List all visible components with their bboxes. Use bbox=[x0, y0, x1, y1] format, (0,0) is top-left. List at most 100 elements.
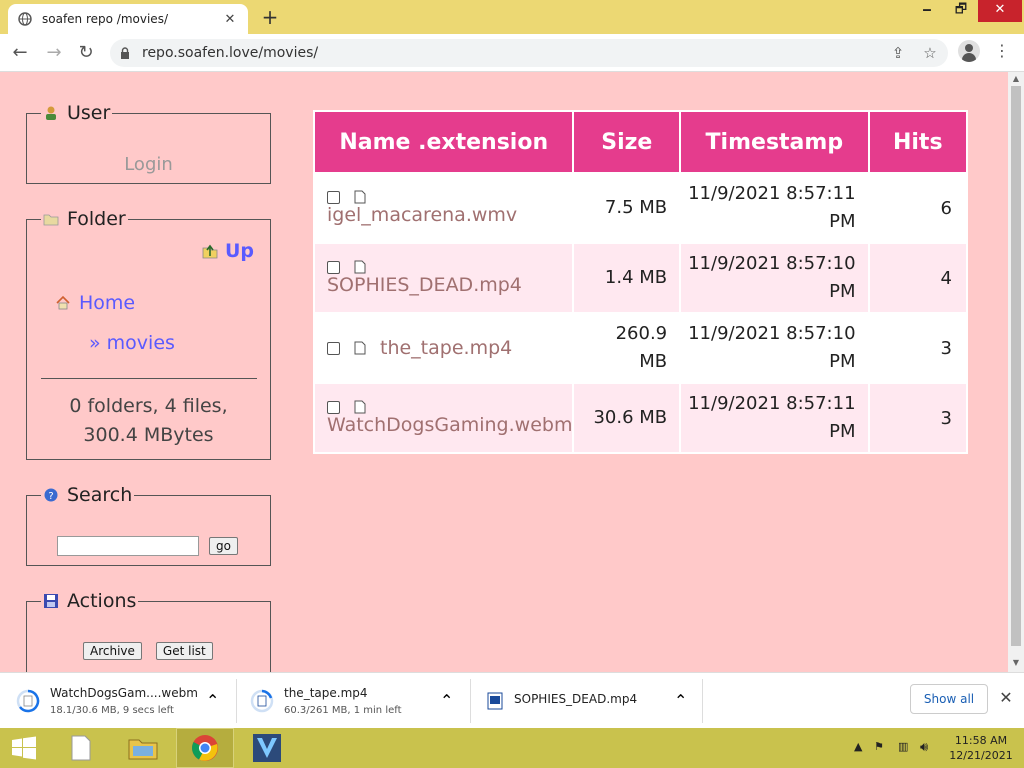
taskbar-file-icon[interactable] bbox=[54, 728, 108, 768]
download-file-name: SOPHIES_DEAD.mp4 bbox=[514, 691, 638, 706]
scroll-down-arrow-icon[interactable]: ▼ bbox=[1010, 658, 1022, 667]
current-folder-link[interactable]: » movies bbox=[89, 332, 175, 354]
row-checkbox[interactable] bbox=[327, 400, 340, 414]
name-cell: the_tape.mp4 bbox=[312, 312, 575, 384]
folder-divider bbox=[41, 378, 257, 379]
download-file-name: the_tape.mp4 bbox=[284, 686, 368, 700]
timestamp-date: 11/9/2021 8:57:11 bbox=[688, 393, 856, 414]
folder-stats: 0 folders, 4 files, 300.4 MBytes bbox=[27, 392, 270, 450]
clock-date: 12/21/2021 bbox=[949, 749, 1013, 762]
actions-box: Actions Archive Get list bbox=[26, 590, 271, 672]
blank-document-icon bbox=[71, 735, 91, 761]
timestamp-cell: 11/9/2021 8:57:11 PM bbox=[679, 172, 870, 244]
file-icon bbox=[354, 400, 366, 414]
row-checkbox[interactable] bbox=[327, 341, 340, 355]
search-go-button[interactable]: go bbox=[209, 537, 238, 555]
scroll-up-arrow-icon[interactable]: ▲ bbox=[1010, 74, 1022, 83]
hits-column-header[interactable]: Hits bbox=[867, 110, 969, 174]
timestamp-date: 11/9/2021 8:57:10 bbox=[688, 323, 856, 344]
taskbar-explorer[interactable] bbox=[116, 728, 170, 768]
archive-button[interactable]: Archive bbox=[83, 642, 142, 660]
profile-avatar-icon[interactable] bbox=[958, 40, 980, 62]
address-bar[interactable]: repo.soafen.love/movies/ bbox=[110, 39, 948, 67]
forward-arrow-icon[interactable]: → bbox=[42, 41, 66, 65]
user-box: User Login bbox=[26, 102, 271, 184]
new-tab-button[interactable]: + bbox=[258, 6, 282, 28]
timestamp-ampm: PM bbox=[829, 211, 856, 232]
download-progress-icon bbox=[250, 689, 274, 713]
folder-legend-label: Folder bbox=[67, 208, 126, 230]
minimize-button[interactable]: 🗕 bbox=[912, 0, 942, 22]
search-input[interactable] bbox=[57, 536, 199, 556]
avatar-head bbox=[965, 44, 973, 52]
file-name-link[interactable]: WatchDogsGaming.webm bbox=[327, 414, 572, 436]
file-icon bbox=[354, 341, 366, 355]
file-icon bbox=[354, 260, 366, 274]
user-icon bbox=[46, 106, 56, 120]
action-center-flag-icon[interactable]: ⚑ bbox=[874, 740, 884, 753]
size-cell: 260.9 MB bbox=[572, 312, 682, 384]
taskbar-clock[interactable]: 11:58 AM 12/21/2021 bbox=[948, 733, 1014, 763]
start-button[interactable] bbox=[0, 728, 48, 768]
browser-tab[interactable]: soafen repo /movies/ ✕ bbox=[8, 4, 248, 34]
taskbar-video-app[interactable] bbox=[240, 728, 294, 768]
home-icon bbox=[56, 295, 70, 310]
name-column-header[interactable]: Name .extension bbox=[312, 110, 575, 174]
timestamp-ampm: PM bbox=[829, 421, 856, 442]
page-scrollbar[interactable]: ▲ ▼ bbox=[1008, 72, 1024, 672]
timestamp-date: 11/9/2021 8:57:11 bbox=[688, 183, 856, 204]
user-legend: User bbox=[41, 102, 112, 124]
size-value: 1.4 MB bbox=[604, 267, 668, 288]
file-name-link[interactable]: the_tape.mp4 bbox=[380, 337, 512, 359]
tray-expand-icon[interactable]: ▲ bbox=[854, 740, 862, 753]
file-name-link[interactable]: SOPHIES_DEAD.mp4 bbox=[327, 274, 572, 296]
row-checkbox[interactable] bbox=[327, 190, 340, 204]
download-item[interactable]: WatchDogsGam....webm 18.1/30.6 MB, 9 sec… bbox=[16, 679, 198, 723]
download-chevron-up-icon[interactable]: ⌃ bbox=[674, 691, 687, 710]
actions-row: Archive Get list bbox=[83, 642, 213, 660]
video-editor-icon bbox=[253, 734, 281, 762]
table-row: the_tape.mp4 260.9 MB 11/9/2021 8:57:10 PM… bbox=[312, 312, 969, 384]
folder-box: Folder Up Home » movies 0 folders, 4 fil… bbox=[26, 208, 271, 460]
menu-kebab-icon[interactable]: ⋮ bbox=[992, 41, 1012, 60]
file-table: Name .extension Size Timestamp Hits igel… bbox=[312, 110, 969, 454]
size-cell: 1.4 MB bbox=[572, 242, 682, 314]
maximize-button[interactable]: 🗗 bbox=[946, 0, 976, 22]
show-all-button[interactable]: Show all bbox=[910, 684, 988, 714]
bookmark-star-icon[interactable]: ☆ bbox=[918, 41, 942, 65]
window-close-button[interactable]: ✕ bbox=[978, 0, 1022, 22]
timestamp-column-header[interactable]: Timestamp bbox=[679, 110, 870, 174]
globe-icon bbox=[18, 12, 32, 26]
back-arrow-icon[interactable]: ← bbox=[8, 41, 32, 65]
download-item[interactable]: SOPHIES_DEAD.mp4 bbox=[486, 679, 637, 723]
search-legend-label: Search bbox=[67, 484, 133, 506]
download-item[interactable]: the_tape.mp4 60.3/261 MB, 1 min left bbox=[250, 679, 402, 723]
reload-icon[interactable]: ↻ bbox=[74, 41, 98, 65]
home-link[interactable]: Home bbox=[55, 292, 135, 314]
file-explorer-icon bbox=[128, 739, 158, 760]
svg-text:?: ? bbox=[48, 491, 53, 502]
file-name-link[interactable]: igel_macarena.wmv bbox=[327, 204, 572, 226]
download-status: 18.1/30.6 MB, 9 secs left bbox=[50, 705, 174, 716]
search-legend: ? Search bbox=[41, 484, 134, 506]
taskbar-chrome[interactable] bbox=[176, 728, 234, 768]
network-icon[interactable]: ▥ bbox=[898, 740, 908, 753]
size-column-header[interactable]: Size bbox=[572, 110, 682, 174]
row-checkbox[interactable] bbox=[327, 260, 340, 274]
actions-legend: Actions bbox=[41, 590, 138, 612]
up-link[interactable]: Up bbox=[201, 240, 254, 262]
share-icon[interactable]: ⇪ bbox=[886, 41, 910, 65]
login-link[interactable]: Login bbox=[27, 154, 270, 175]
download-chevron-up-icon[interactable]: ⌃ bbox=[206, 691, 219, 710]
hits-cell: 3 bbox=[867, 312, 969, 384]
scrollbar-thumb[interactable] bbox=[1011, 86, 1021, 646]
download-chevron-up-icon[interactable]: ⌃ bbox=[440, 691, 453, 710]
get-list-button[interactable]: Get list bbox=[155, 642, 213, 660]
tab-close-icon[interactable]: ✕ bbox=[222, 12, 238, 27]
help-icon: ? bbox=[44, 488, 58, 502]
chrome-icon bbox=[192, 735, 218, 761]
folder-legend: Folder bbox=[41, 208, 128, 230]
user-legend-label: User bbox=[67, 102, 111, 124]
shelf-close-icon[interactable]: ✕ bbox=[996, 688, 1016, 707]
volume-icon[interactable]: 🔊︎ bbox=[920, 740, 928, 755]
